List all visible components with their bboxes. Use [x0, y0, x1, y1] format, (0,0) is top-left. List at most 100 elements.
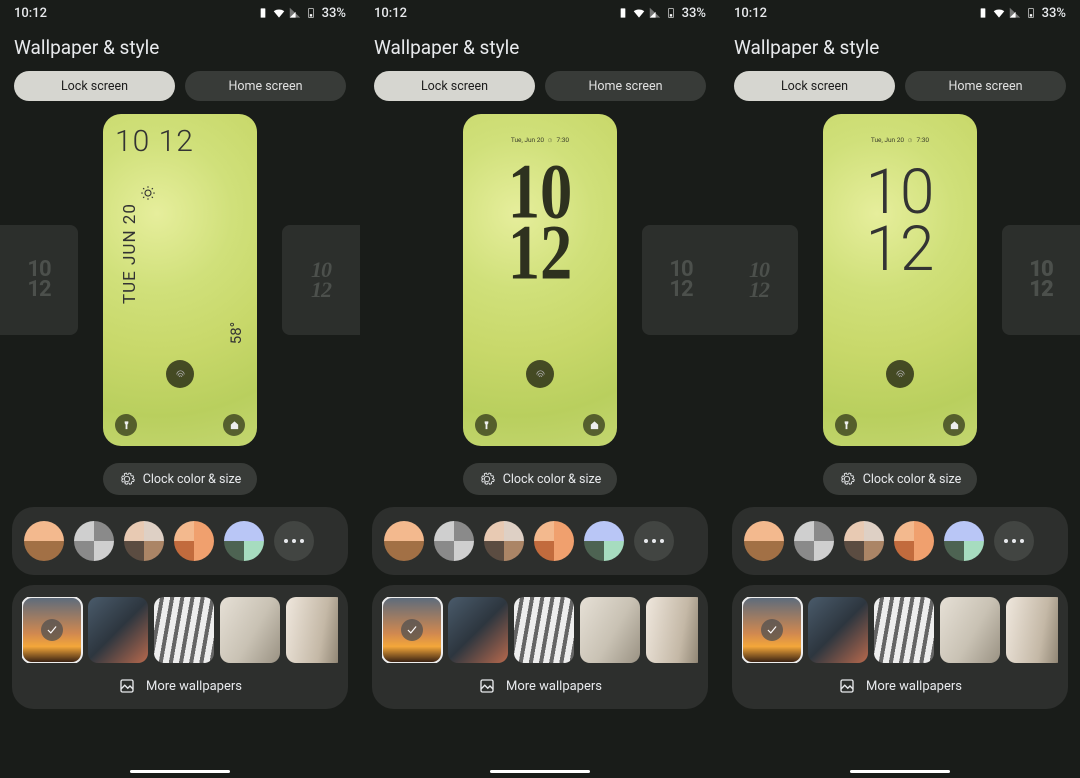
- wallpaper-thumb-1[interactable]: [382, 597, 442, 663]
- wallpaper-thumb-3[interactable]: [154, 597, 214, 663]
- home-icon: [223, 414, 245, 436]
- wallpaper-section: More wallpapers: [732, 585, 1068, 709]
- lock-screen-preview[interactable]: Tue, Jun 20 7:30 10 12: [823, 114, 977, 446]
- tab-row: Lock screen Home screen: [720, 71, 1080, 107]
- wallpaper-row: [382, 597, 698, 663]
- wallpaper-thumb-4[interactable]: [580, 597, 640, 663]
- wallpaper-thumb-2[interactable]: [448, 597, 508, 663]
- wifi-icon: [272, 6, 286, 20]
- clock-preview-carousel[interactable]: Tue, Jun 20 7:30 10 12 1012: [360, 107, 720, 453]
- check-icon: [401, 619, 423, 641]
- wallpaper-thumb-2[interactable]: [88, 597, 148, 663]
- clock-style-next[interactable]: 1012: [282, 225, 360, 335]
- tab-home-screen[interactable]: Home screen: [905, 71, 1066, 101]
- clock-date: Tue, Jun 20: [511, 136, 544, 144]
- color-swatch-1[interactable]: [384, 521, 424, 561]
- portrait-lock-icon: [256, 6, 270, 20]
- lock-screen-preview[interactable]: 10 12 TUE JUN 20 58°: [103, 114, 257, 446]
- battery-pct: 33%: [682, 6, 706, 21]
- color-swatch-1[interactable]: [24, 521, 64, 561]
- clock-date: TUE JUN 20: [120, 203, 140, 304]
- wallpaper-thumb-4[interactable]: [220, 597, 280, 663]
- more-wallpapers-button[interactable]: More wallpapers: [742, 677, 1058, 695]
- color-swatch-3[interactable]: [844, 521, 884, 561]
- alarm-icon: [547, 137, 553, 143]
- color-swatch-4[interactable]: [894, 521, 934, 561]
- lock-screen-preview[interactable]: Tue, Jun 20 7:30 10 12: [463, 114, 617, 446]
- color-swatch-1[interactable]: [744, 521, 784, 561]
- clock-style-prev[interactable]: 1012: [720, 225, 798, 335]
- color-swatch-5[interactable]: [944, 521, 984, 561]
- lock-footer: [463, 414, 617, 436]
- wallpaper-icon: [118, 677, 136, 695]
- status-time: 10:12: [734, 6, 976, 21]
- clock-preview-carousel[interactable]: 1012 10 12 TUE JUN 20 58° 1012: [0, 107, 360, 453]
- gear-icon: [479, 471, 495, 487]
- battery-pct: 33%: [322, 6, 346, 21]
- gear-icon: [839, 471, 855, 487]
- clock-preview-carousel[interactable]: 1012 Tue, Jun 20 7:30 10 12 1012: [720, 107, 1080, 453]
- more-colors-button[interactable]: [994, 521, 1034, 561]
- clock-time: 10 12: [115, 124, 194, 159]
- wallpaper-thumb-1[interactable]: [742, 597, 802, 663]
- status-time: 10:12: [374, 6, 616, 21]
- color-swatch-2[interactable]: [74, 521, 114, 561]
- nav-handle[interactable]: [850, 770, 950, 773]
- color-swatch-2[interactable]: [434, 521, 474, 561]
- wallpaper-thumb-1[interactable]: [22, 597, 82, 663]
- wallpaper-row: [742, 597, 1058, 663]
- clock-color-size-button[interactable]: Clock color & size: [103, 463, 258, 495]
- battery-icon: [664, 6, 678, 20]
- more-colors-button[interactable]: [274, 521, 314, 561]
- wallpaper-thumb-3[interactable]: [874, 597, 934, 663]
- wallpaper-thumb-5[interactable]: [1006, 597, 1058, 663]
- more-colors-button[interactable]: [634, 521, 674, 561]
- clock-style-prev[interactable]: 1012: [0, 225, 78, 335]
- portrait-lock-icon: [616, 6, 630, 20]
- tab-home-screen[interactable]: Home screen: [185, 71, 346, 101]
- tab-home-screen[interactable]: Home screen: [545, 71, 706, 101]
- clock-color-size-label: Clock color & size: [863, 472, 962, 487]
- tab-lock-screen[interactable]: Lock screen: [734, 71, 895, 101]
- phone-pane-3: 10:12 33% Wallpaper & style Lock screen …: [720, 0, 1080, 778]
- color-swatch-3[interactable]: [484, 521, 524, 561]
- flashlight-icon: [115, 414, 137, 436]
- phone-pane-2: 10:12 33% Wallpaper & style Lock screen …: [360, 0, 720, 778]
- color-swatch-4[interactable]: [534, 521, 574, 561]
- color-swatch-4[interactable]: [174, 521, 214, 561]
- wallpaper-icon: [838, 677, 856, 695]
- clock-style-next[interactable]: 1012: [1002, 225, 1080, 335]
- color-swatch-3[interactable]: [124, 521, 164, 561]
- wallpaper-thumb-3[interactable]: [514, 597, 574, 663]
- more-wallpapers-button[interactable]: More wallpapers: [382, 677, 698, 695]
- wallpaper-thumb-4[interactable]: [940, 597, 1000, 663]
- nav-handle[interactable]: [490, 770, 590, 773]
- more-wallpapers-button[interactable]: More wallpapers: [22, 677, 338, 695]
- status-time: 10:12: [14, 6, 256, 21]
- home-icon: [583, 414, 605, 436]
- more-wallpapers-label: More wallpapers: [146, 679, 242, 694]
- tab-row: Lock screen Home screen: [360, 71, 720, 107]
- status-bar: 10:12 33%: [360, 0, 720, 26]
- tab-lock-screen[interactable]: Lock screen: [374, 71, 535, 101]
- wallpaper-thumb-5[interactable]: [286, 597, 338, 663]
- fingerprint-icon: [886, 360, 914, 388]
- wallpaper-thumb-5[interactable]: [646, 597, 698, 663]
- color-palette: [372, 507, 708, 575]
- color-swatch-5[interactable]: [584, 521, 624, 561]
- wallpaper-thumb-2[interactable]: [808, 597, 868, 663]
- tab-lock-screen[interactable]: Lock screen: [14, 71, 175, 101]
- fingerprint-icon: [526, 360, 554, 388]
- signal-icon: [1008, 6, 1022, 20]
- clock-color-size-button[interactable]: Clock color & size: [823, 463, 978, 495]
- portrait-lock-icon: [976, 6, 990, 20]
- clock-style-next[interactable]: 1012: [642, 225, 720, 335]
- nav-handle[interactable]: [130, 770, 230, 773]
- status-icons: 33%: [256, 6, 346, 21]
- status-bar: 10:12 33%: [0, 0, 360, 26]
- clock-color-size-button[interactable]: Clock color & size: [463, 463, 618, 495]
- color-swatch-2[interactable]: [794, 521, 834, 561]
- gear-icon: [119, 471, 135, 487]
- lock-footer: [103, 414, 257, 436]
- color-swatch-5[interactable]: [224, 521, 264, 561]
